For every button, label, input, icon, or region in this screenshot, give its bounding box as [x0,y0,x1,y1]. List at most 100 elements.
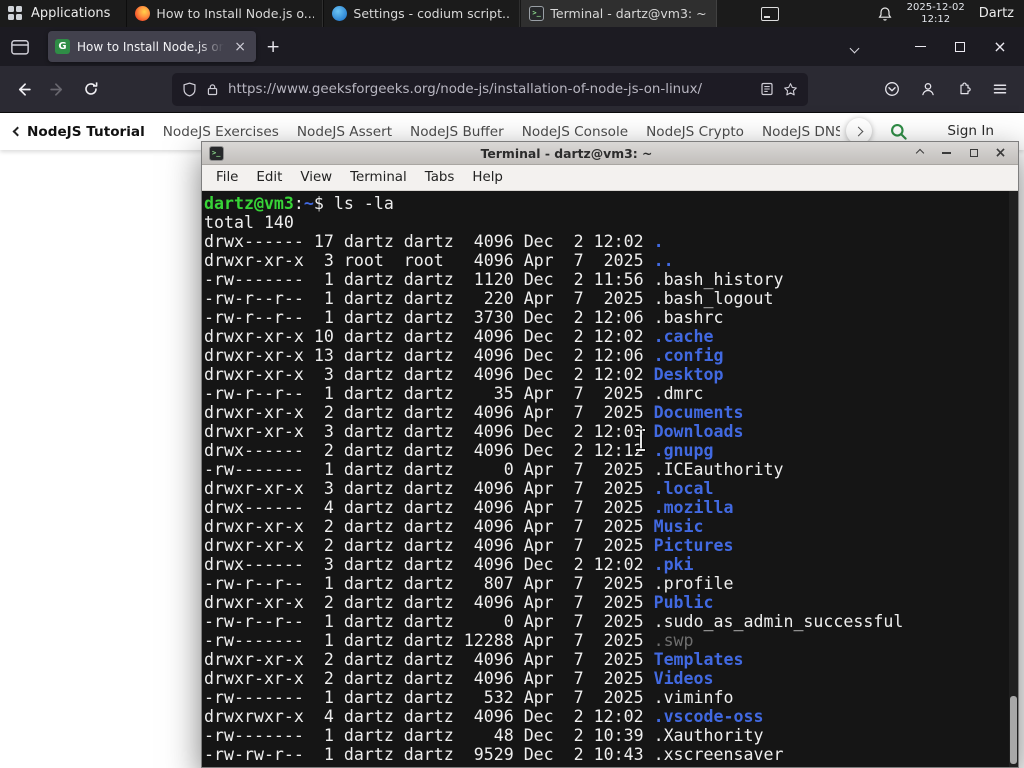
terminal-menu-tabs[interactable]: Tabs [416,167,464,188]
gfg-nav-item[interactable]: NodeJS Tutorial [12,123,145,140]
ls-entry-meta: drwxr-xr-x 3 dartz dartz 4096 Apr 7 2025 [204,479,654,498]
terminal-maximize-button[interactable] [963,145,984,162]
panel-clock[interactable]: 2025-12-02 12:12 [907,2,965,25]
tray-terminal-icon[interactable] [760,6,779,21]
file-name: .viminfo [653,688,734,707]
prompt-line: dartz@vm3:~$ ls -la [204,194,1008,213]
ls-entry-meta: drwxr-xr-x 13 dartz dartz 4096 Dec 2 12:… [204,346,654,365]
ls-entry: drwxr-xr-x 2 dartz dartz 4096 Apr 7 2025… [204,536,1008,555]
new-tab-button[interactable]: + [256,35,290,59]
taskbar-button-codium[interactable]: Settings - codium script... [323,0,521,27]
gfg-nav-item-label: NodeJS Console [521,123,629,140]
notification-bell-icon[interactable] [877,6,893,22]
gfg-nav-item[interactable]: NodeJS DNS [762,124,840,140]
ls-entry: drwx------ 3 dartz dartz 4096 Dec 2 12:0… [204,555,1008,574]
prompt-path: ~ [303,194,314,213]
tracking-shield-icon[interactable] [182,81,197,97]
terminal-output[interactable]: dartz@vm3:~$ ls -la total 140 drwx------… [202,191,1018,767]
ls-entry: drwxr-xr-x 3 dartz dartz 4096 Apr 7 2025… [204,479,1008,498]
ls-entry-meta: -rw------- 1 dartz dartz 48 Dec 2 10:39 [204,726,654,745]
padlock-icon[interactable] [206,83,219,96]
gfg-nav-item[interactable]: NodeJS Crypto [646,124,744,140]
gfg-nav-item[interactable]: NodeJS Console [522,124,628,140]
list-all-tabs-icon[interactable] [843,33,866,60]
sign-in-link[interactable]: Sign In [947,123,994,139]
forward-button[interactable] [40,73,74,105]
ls-entry-meta: drwx------ 17 dartz dartz 4096 Dec 2 12:… [204,232,654,251]
ls-entry-meta: -rw-r--r-- 1 dartz dartz 807 Apr 7 2025 [204,574,654,593]
scrollbar-thumb[interactable] [1010,696,1017,764]
ls-entry-meta: drwx------ 2 dartz dartz 4096 Dec 2 12:1… [204,441,654,460]
ls-entry-meta: drwx------ 3 dartz dartz 4096 Dec 2 12:0… [204,555,654,574]
applications-label: Applications [31,6,111,21]
terminal-minimize-button[interactable] [936,145,957,162]
back-button[interactable] [6,73,40,105]
tab-close-icon[interactable]: × [231,39,249,55]
codium-icon [332,6,348,21]
file-name: Music [653,517,704,536]
terminal-close-button[interactable]: × [990,145,1011,162]
menu-hamburger-icon[interactable] [982,73,1018,105]
taskbar-button-terminal[interactable]: Terminal - dartz@vm3: ~ [520,0,718,27]
file-name: . [653,232,664,251]
terminal-shade-button[interactable] [909,145,930,162]
ls-entry-meta: -rw-r--r-- 1 dartz dartz 3730 Dec 2 12:0… [204,308,654,327]
gfg-nav-item[interactable]: NodeJS Exercises [163,124,279,140]
browser-minimize-button[interactable] [900,32,940,62]
terminal-app-icon [209,145,224,161]
gfg-nav-item-label: NodeJS Tutorial [27,123,145,140]
ls-entry: drwx------ 4 dartz dartz 4096 Apr 7 2025… [204,498,1008,517]
url-text: https://www.geeksforgeeks.org/node-js/in… [228,81,703,97]
ls-entry: drwx------ 17 dartz dartz 4096 Dec 2 12:… [204,232,1008,251]
reload-button[interactable] [74,73,108,105]
browser-tab[interactable]: G How to Install Node.js on × [48,31,256,62]
ls-entry: -rw------- 1 dartz dartz 48 Dec 2 10:39 … [204,726,1008,745]
pocket-icon[interactable] [874,73,910,105]
terminal-scrollbar[interactable] [1009,191,1018,767]
text-cursor-pointer [636,429,645,451]
gfg-nav-item[interactable]: NodeJS Assert [297,124,392,140]
terminal-titlebar[interactable]: Terminal - dartz@vm3: ~ × [202,142,1018,165]
terminal-menu-terminal[interactable]: Terminal [341,167,416,188]
ls-entry: drwxr-xr-x 3 root root 4096 Apr 7 2025 .… [204,251,1008,270]
terminal-menu-view[interactable]: View [291,167,341,188]
taskbar-button-firefox[interactable]: How to Install Node.js o... [126,0,324,27]
prompt-user-host: dartz@vm3 [204,194,294,213]
firefox-view-icon[interactable] [10,37,30,57]
ls-entry-meta: drwxr-xr-x 2 dartz dartz 4096 Apr 7 2025 [204,669,654,688]
extensions-puzzle-icon[interactable] [946,73,982,105]
taskbar-window-buttons: How to Install Node.js o... Settings - co… [126,0,718,27]
bookmark-star-icon[interactable] [783,82,798,97]
file-name: Desktop [653,365,724,384]
panel-username: Dartz [978,6,1014,21]
ls-entry: drwxr-xr-x 2 dartz dartz 4096 Apr 7 2025… [204,403,1008,422]
search-icon[interactable] [889,122,908,141]
applications-menu[interactable]: Applications [0,0,122,27]
tab-bar: G How to Install Node.js on × + × [0,27,1024,66]
file-name: .config [653,346,724,365]
terminal-menubar: File Edit View Terminal Tabs Help [202,165,1018,191]
ls-entry-meta: drwxr-xr-x 2 dartz dartz 4096 Apr 7 2025 [204,593,654,612]
ls-entry-meta: drwx------ 4 dartz dartz 4096 Apr 7 2025 [204,498,654,517]
ls-entry-meta: drwxrwxr-x 4 dartz dartz 4096 Dec 2 12:0… [204,707,654,726]
browser-close-button[interactable]: × [980,32,1020,62]
gfg-nav-item-label: NodeJS Assert [296,123,393,140]
gfg-nav-item[interactable]: NodeJS Buffer [410,124,504,140]
reader-view-icon[interactable] [760,82,774,96]
browser-maximize-button[interactable] [940,32,980,62]
ls-entry-meta: drwxr-xr-x 10 dartz dartz 4096 Dec 2 12:… [204,327,654,346]
terminal-menu-edit[interactable]: Edit [247,167,291,188]
terminal-menu-file[interactable]: File [207,167,247,188]
url-bar[interactable]: https://www.geeksforgeeks.org/node-js/in… [172,72,808,106]
ls-entry-meta: -rw------- 1 dartz dartz 532 Apr 7 2025 [204,688,654,707]
ls-entry: -rw------- 1 dartz dartz 532 Apr 7 2025 … [204,688,1008,707]
account-icon[interactable] [910,73,946,105]
total-line: total 140 [204,213,294,232]
ls-entry-meta: drwxr-xr-x 2 dartz dartz 4096 Apr 7 2025 [204,403,654,422]
terminal-menu-help[interactable]: Help [463,167,512,188]
file-name: .ICEauthority [653,460,784,479]
ls-entry: drwxr-xr-x 13 dartz dartz 4096 Dec 2 12:… [204,346,1008,365]
file-name: .bash_logout [653,289,774,308]
terminal-icon [529,6,545,21]
taskbar-button-label: How to Install Node.js o... [156,6,315,21]
